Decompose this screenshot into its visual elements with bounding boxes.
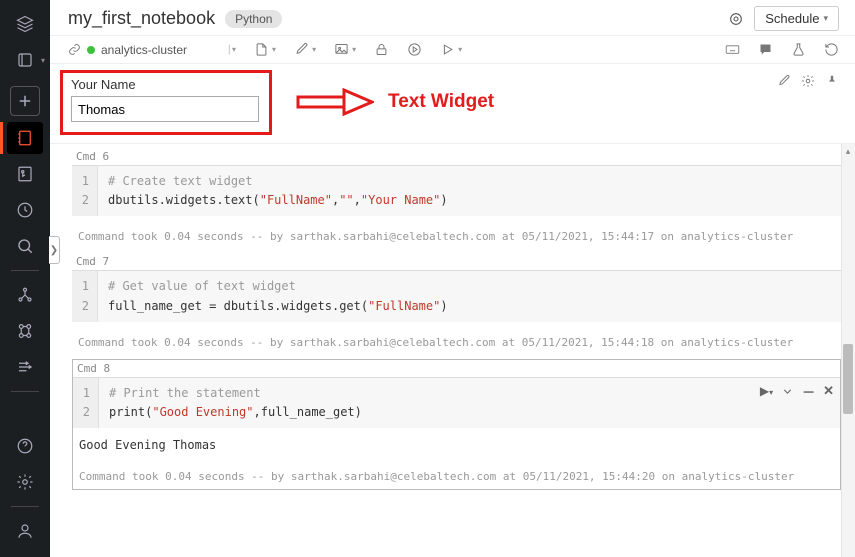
logo-icon[interactable] — [7, 8, 43, 40]
revision-icon[interactable] — [824, 42, 839, 57]
rail-separator-3 — [11, 506, 39, 507]
image-icon — [334, 42, 349, 57]
notebook-toolbar: analytics-cluster │▾ ▾ ▾ ▾ ▾ — [50, 36, 855, 64]
cell-action-bar: ▶▾ － ✕ — [760, 382, 834, 401]
run-all-icon[interactable] — [407, 42, 422, 57]
cell-chevron-icon[interactable] — [781, 385, 794, 398]
cell-footer: Command took 0.04 seconds -- by sarthak.… — [72, 216, 841, 249]
lock-icon[interactable] — [374, 42, 389, 57]
comments-icon[interactable] — [758, 42, 773, 57]
notebook-body: ▴ Cmd 6 12 # Create text widget dbutils.… — [50, 144, 855, 557]
cluster-status-dot — [87, 46, 95, 54]
notebook-header: my_first_notebook Python Schedule ▾ — [50, 0, 855, 36]
line-gutter: 12 — [73, 378, 99, 428]
line-gutter: 12 — [72, 271, 98, 321]
scroll-up-icon[interactable]: ▴ — [841, 144, 855, 158]
cell-footer: Command took 0.04 seconds -- by sarthak.… — [73, 456, 840, 489]
widget-bar: Your Name Text Widget — [50, 64, 855, 144]
annotation-arrow-icon — [296, 88, 374, 116]
notebook-title[interactable]: my_first_notebook — [68, 8, 215, 29]
left-nav-rail: ▾ — [0, 0, 50, 557]
code-cell[interactable]: Cmd 6 12 # Create text widget dbutils.wi… — [72, 148, 841, 249]
rail-separator — [11, 270, 39, 271]
cell-footer: Command took 0.04 seconds -- by sarthak.… — [72, 322, 841, 355]
widget-label: Your Name — [71, 77, 259, 92]
nav-workflows-icon[interactable] — [7, 279, 43, 311]
panel-expand-tab[interactable]: ❯ — [49, 236, 60, 264]
scrollbar-track[interactable]: ▴ — [841, 144, 855, 557]
main-pane: my_first_notebook Python Schedule ▾ anal… — [50, 0, 855, 557]
cluster-attach[interactable]: analytics-cluster │▾ — [68, 43, 236, 57]
widget-edit-icon[interactable] — [777, 74, 791, 88]
line-gutter: 12 — [72, 166, 98, 216]
nav-compute-icon[interactable] — [7, 315, 43, 347]
file-menu[interactable]: ▾ — [254, 42, 276, 57]
code-content[interactable]: # Create text widget dbutils.widgets.tex… — [98, 166, 841, 216]
cell-run-icon[interactable]: ▶▾ — [760, 384, 773, 398]
view-menu[interactable]: ▾ — [334, 42, 356, 57]
cell-close-icon[interactable]: ✕ — [823, 383, 834, 399]
cmd-label: Cmd 8 — [73, 360, 840, 378]
nav-help-icon[interactable] — [7, 430, 43, 462]
annotation-arrow-group: Text Widget — [296, 88, 494, 116]
add-button[interactable] — [10, 86, 40, 116]
cluster-name: analytics-cluster — [101, 43, 187, 57]
code-content[interactable]: # Get value of text widget full_name_get… — [98, 271, 841, 321]
code-cell[interactable]: Cmd 7 12 # Get value of text widget full… — [72, 253, 841, 354]
annotation-highlight-box: Your Name — [60, 70, 272, 135]
scrollbar-thumb[interactable] — [843, 344, 853, 414]
code-cell-active[interactable]: Cmd 8 ▶▾ － ✕ 12 # Print the statement pr… — [72, 359, 841, 490]
nav-settings-icon[interactable] — [7, 466, 43, 498]
cell-minimize-icon[interactable]: － — [802, 382, 815, 401]
edit-icon — [294, 42, 309, 57]
code-block[interactable]: 12 # Print the statement print("Good Eve… — [73, 378, 840, 428]
cmd-label: Cmd 6 — [72, 148, 841, 166]
cell-stdout: Good Evening Thomas — [73, 428, 840, 456]
link-icon — [68, 43, 81, 56]
cluster-dropdown-caret[interactable]: │▾ — [227, 45, 236, 54]
code-content[interactable]: # Print the statement print("Good Evenin… — [99, 378, 840, 428]
schedule-label: Schedule — [765, 11, 819, 26]
nav-search-icon[interactable] — [7, 230, 43, 262]
target-icon[interactable] — [728, 11, 744, 27]
nav-user-icon[interactable] — [7, 515, 43, 547]
keyboard-icon[interactable] — [725, 42, 740, 57]
experiments-icon[interactable] — [791, 42, 806, 57]
code-block[interactable]: 12 # Get value of text widget full_name_… — [72, 271, 841, 321]
rail-separator-2 — [11, 391, 39, 392]
nav-data-icon[interactable]: ▾ — [7, 44, 43, 76]
play-icon — [440, 42, 455, 57]
cmd-label: Cmd 7 — [72, 253, 841, 271]
language-pill[interactable]: Python — [225, 10, 282, 28]
file-icon — [254, 42, 269, 57]
nav-jobs-icon[interactable] — [7, 351, 43, 383]
nav-recents-icon[interactable] — [7, 194, 43, 226]
nav-repos-icon[interactable] — [7, 158, 43, 190]
widget-pin-icon[interactable] — [825, 74, 839, 88]
schedule-button[interactable]: Schedule ▾ — [754, 6, 839, 31]
annotation-text: Text Widget — [388, 91, 494, 113]
code-block[interactable]: 12 # Create text widget dbutils.widgets.… — [72, 166, 841, 216]
more-run-menu[interactable]: ▾ — [440, 42, 462, 57]
edit-menu[interactable]: ▾ — [294, 42, 316, 57]
nav-notebook-icon[interactable] — [7, 122, 43, 154]
widget-settings-icon[interactable] — [801, 74, 815, 88]
widget-text-input[interactable] — [71, 96, 259, 122]
